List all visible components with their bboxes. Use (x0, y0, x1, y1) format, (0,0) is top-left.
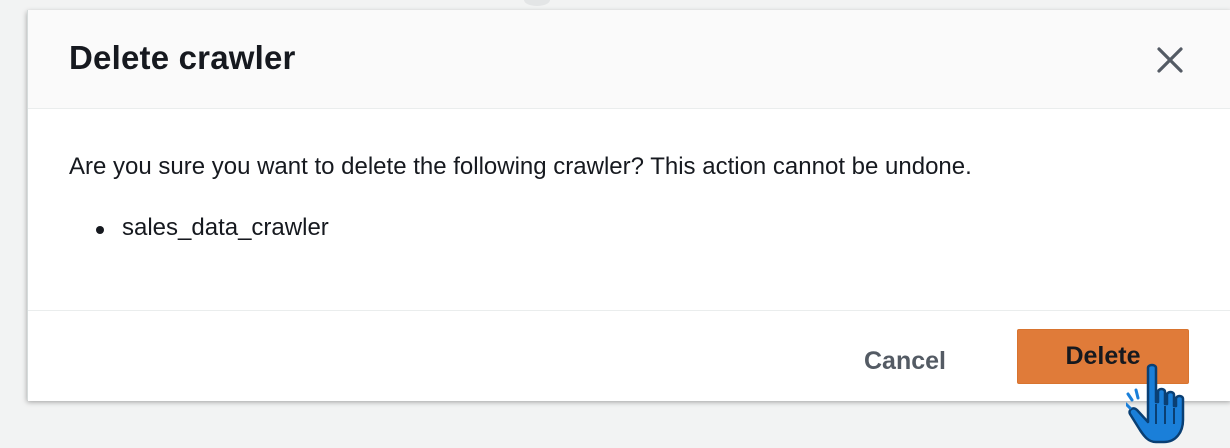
close-icon (1157, 47, 1183, 73)
cancel-button[interactable]: Cancel (843, 335, 967, 387)
crawler-name: sales_data_crawler (122, 214, 329, 241)
background-element (524, 0, 550, 6)
delete-button[interactable]: Delete (1017, 329, 1189, 384)
bullet-icon (96, 226, 104, 234)
dialog-body: Are you sure you want to delete the foll… (28, 109, 1230, 309)
delete-crawler-dialog: Delete crawler Are you sure you want to … (27, 10, 1230, 401)
close-button[interactable] (1152, 42, 1188, 78)
list-item: sales_data_crawler (96, 213, 329, 243)
confirmation-message: Are you sure you want to delete the foll… (69, 153, 972, 180)
dialog-title: Delete crawler (69, 39, 296, 76)
dialog-header: Delete crawler (28, 10, 1230, 109)
dialog-footer: Cancel Delete (28, 310, 1230, 401)
crawler-list: sales_data_crawler (96, 213, 329, 243)
